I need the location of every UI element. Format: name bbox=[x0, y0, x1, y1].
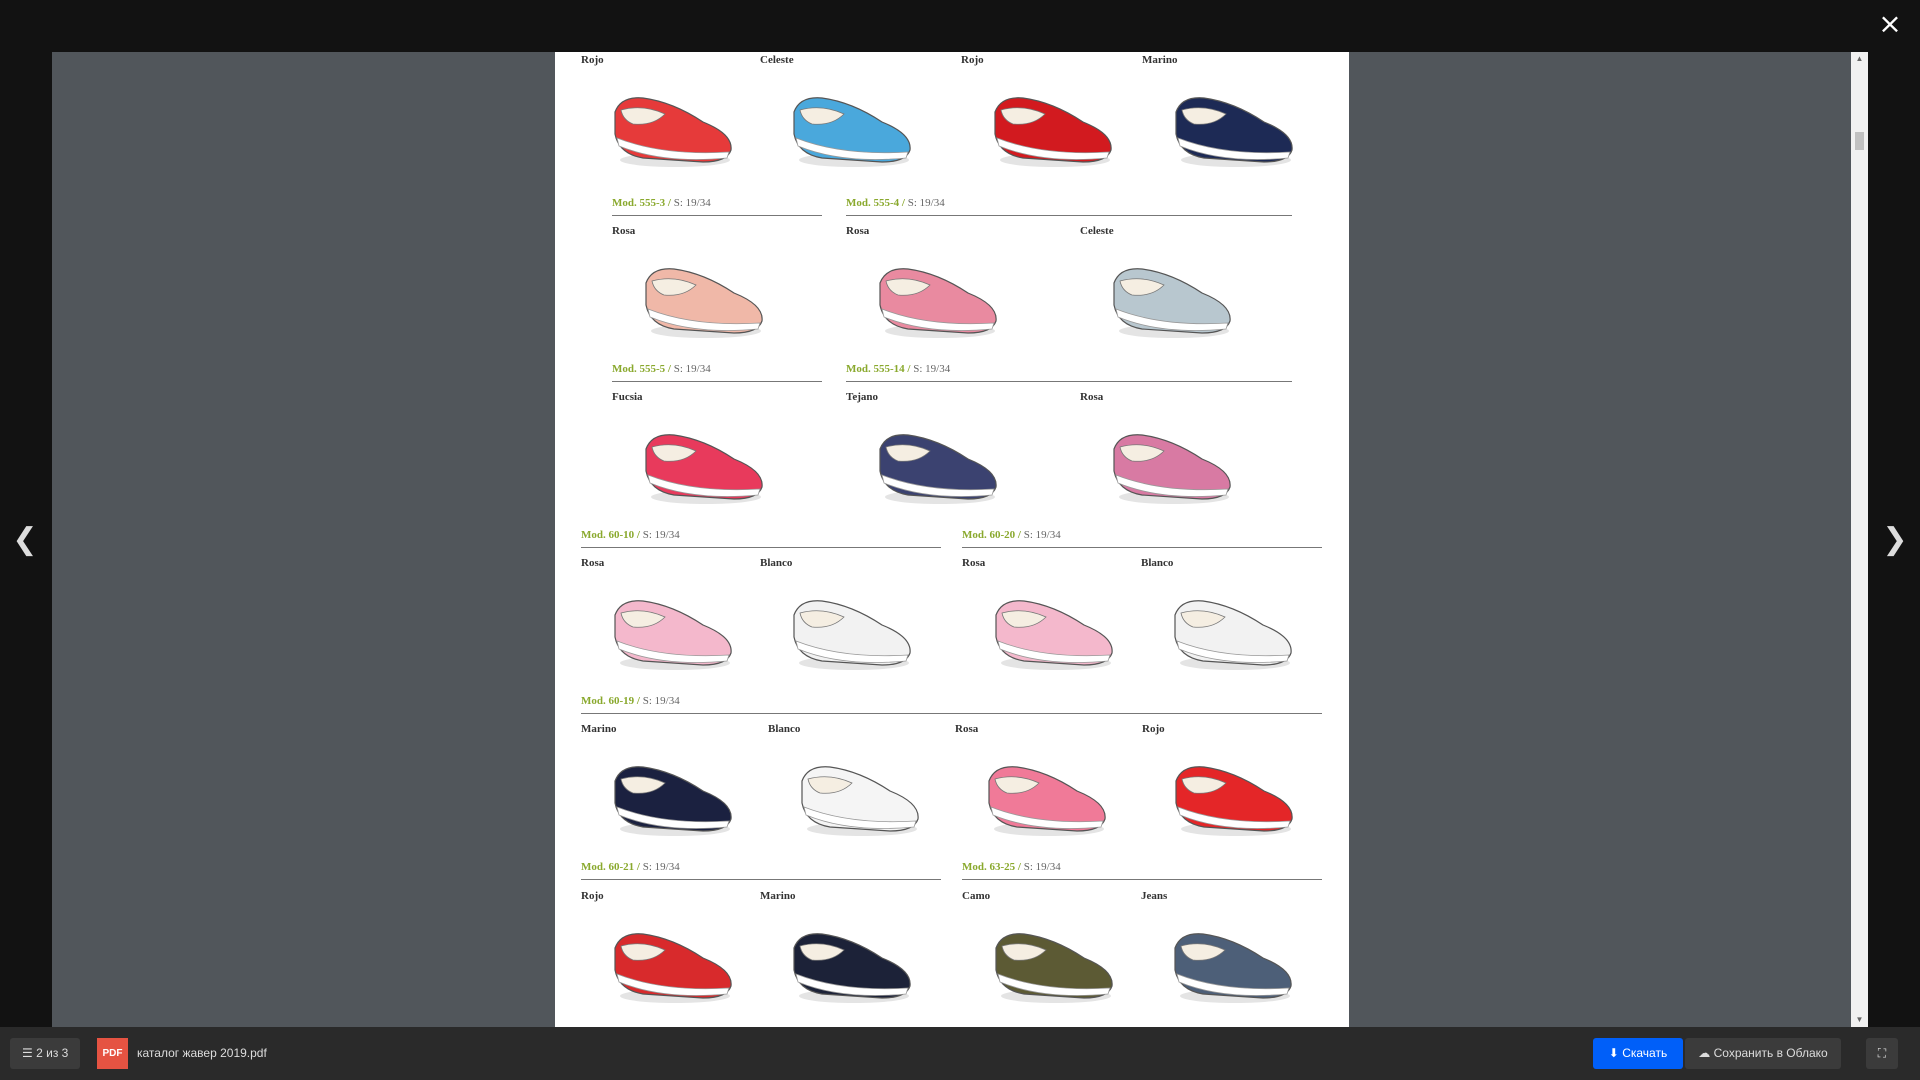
product-item: Marino bbox=[581, 723, 756, 851]
model-header: Mod. 555-14 / S: 19/34 bbox=[846, 363, 1292, 382]
color-label: Blanco bbox=[760, 557, 793, 569]
product-item: Rosa bbox=[581, 557, 756, 685]
model-number: Mod. 60-19 / bbox=[581, 695, 640, 707]
product-item: Marino bbox=[760, 890, 935, 1018]
color-label: Tejano bbox=[846, 391, 878, 403]
size-range: S: 19/34 bbox=[1023, 861, 1061, 873]
download-icon: ⬇ bbox=[1608, 1046, 1619, 1060]
color-label: Rosa bbox=[955, 723, 979, 735]
product-item: Rosa bbox=[1080, 391, 1255, 519]
model-header: Mod. 60-10 / S: 19/34 bbox=[581, 529, 941, 548]
model-number: Mod. 60-21 / bbox=[581, 861, 640, 873]
download-button[interactable]: ⬇ Скачать bbox=[1593, 1038, 1683, 1069]
model-number: Mod. 60-10 / bbox=[581, 529, 640, 541]
model-number: Mod. 63-25 / bbox=[962, 861, 1021, 873]
product-item: Rojo bbox=[581, 54, 756, 182]
product-item: Camo bbox=[962, 890, 1137, 1018]
color-label: Rojo bbox=[961, 54, 984, 66]
color-label: Marino bbox=[760, 890, 796, 902]
model-header: Mod. 555-5 / S: 19/34 bbox=[612, 363, 822, 382]
color-label: Rosa bbox=[612, 225, 636, 237]
page-counter: 2 из 3 bbox=[36, 1046, 69, 1060]
color-label: Camo bbox=[962, 890, 991, 902]
scroll-up-icon[interactable]: ▲ bbox=[1851, 52, 1868, 66]
product-item: Blanco bbox=[768, 723, 943, 851]
color-label: Marino bbox=[1142, 54, 1178, 66]
product-item: Jeans bbox=[1141, 890, 1316, 1018]
bottom-bar: ☰ 2 из 3 PDF каталог жавер 2019.pdf ⬇ Ск… bbox=[0, 1027, 1920, 1080]
menu-icon: ☰ bbox=[22, 1046, 33, 1060]
model-header: Mod. 555-4 / S: 19/34 bbox=[846, 197, 1292, 216]
model-header: Mod. 555-3 / S: 19/34 bbox=[612, 197, 822, 216]
product-item: Rosa bbox=[612, 225, 787, 353]
color-label: Marino bbox=[581, 723, 617, 735]
scrollbar[interactable]: ▲ ▼ bbox=[1851, 52, 1868, 1027]
product-item: Rosa bbox=[955, 723, 1130, 851]
model-header: Mod. 60-21 / S: 19/34 bbox=[581, 861, 941, 880]
scroll-down-icon[interactable]: ▼ bbox=[1851, 1013, 1868, 1027]
size-range: S: 19/34 bbox=[1023, 529, 1061, 541]
product-item: Marino bbox=[1142, 54, 1317, 182]
product-item: Blanco bbox=[760, 557, 935, 685]
top-bar: × bbox=[0, 0, 1920, 52]
prev-page-icon[interactable]: ❮ bbox=[5, 520, 45, 560]
save-to-cloud-button[interactable]: ☁ Сохранить в Облако bbox=[1685, 1038, 1841, 1069]
product-item: Rosa bbox=[962, 557, 1137, 685]
size-range: S: 19/34 bbox=[907, 197, 945, 209]
product-item: Rojo bbox=[581, 890, 756, 1018]
product-item: Celeste bbox=[1080, 225, 1255, 353]
color-label: Celeste bbox=[1080, 225, 1114, 237]
file-name: каталог жавер 2019.pdf bbox=[137, 1046, 267, 1060]
color-label: Rosa bbox=[581, 557, 605, 569]
product-item: Blanco bbox=[1141, 557, 1316, 685]
color-label: Blanco bbox=[768, 723, 801, 735]
model-number: Mod. 60-20 / bbox=[962, 529, 1021, 541]
cloud-icon: ☁ bbox=[1698, 1046, 1711, 1060]
product-item: Fucsia bbox=[612, 391, 787, 519]
color-label: Celeste bbox=[760, 54, 794, 66]
color-label: Blanco bbox=[1141, 557, 1174, 569]
model-header: Mod. 63-25 / S: 19/34 bbox=[962, 861, 1322, 880]
color-label: Jeans bbox=[1141, 890, 1168, 902]
color-label: Fucsia bbox=[612, 391, 643, 403]
pdf-file-icon: PDF bbox=[97, 1038, 128, 1069]
size-range: S: 19/34 bbox=[673, 363, 711, 375]
size-range: S: 19/34 bbox=[642, 861, 680, 873]
size-range: S: 19/34 bbox=[673, 197, 711, 209]
color-label: Rojo bbox=[581, 54, 604, 66]
color-label: Rosa bbox=[846, 225, 870, 237]
download-label: Скачать bbox=[1622, 1046, 1668, 1060]
next-page-icon[interactable]: ❯ bbox=[1875, 520, 1915, 560]
size-range: S: 19/34 bbox=[642, 529, 680, 541]
model-number: Mod. 555-5 / bbox=[612, 363, 671, 375]
save-to-cloud-label: Сохранить в Облако bbox=[1713, 1046, 1828, 1060]
product-item: Celeste bbox=[760, 54, 935, 182]
model-number: Mod. 555-3 / bbox=[612, 197, 671, 209]
product-item: Rojo bbox=[1142, 723, 1317, 851]
color-label: Rojo bbox=[581, 890, 604, 902]
color-label: Rosa bbox=[1080, 391, 1104, 403]
scroll-thumb[interactable] bbox=[1855, 132, 1864, 150]
page-counter-button[interactable]: ☰ 2 из 3 bbox=[10, 1038, 81, 1069]
model-header: Mod. 60-19 / S: 19/34 bbox=[581, 695, 1322, 714]
model-number: Mod. 555-14 / bbox=[846, 363, 911, 375]
color-label: Rosa bbox=[962, 557, 986, 569]
product-item: Tejano bbox=[846, 391, 1021, 519]
fullscreen-icon[interactable]: ⛶ bbox=[1866, 1038, 1898, 1069]
model-header: Mod. 60-20 / S: 19/34 bbox=[962, 529, 1322, 548]
product-item: Rojo bbox=[961, 54, 1136, 182]
product-item: Rosa bbox=[846, 225, 1021, 353]
model-number: Mod. 555-4 / bbox=[846, 197, 905, 209]
size-range: S: 19/34 bbox=[642, 695, 680, 707]
color-label: Rojo bbox=[1142, 723, 1165, 735]
size-range: S: 19/34 bbox=[913, 363, 951, 375]
pdf-page: Rojo Celeste Rojo Marino Mod. 555-3 / S: 19/… bbox=[555, 52, 1349, 1027]
close-icon[interactable]: × bbox=[1874, 8, 1906, 40]
